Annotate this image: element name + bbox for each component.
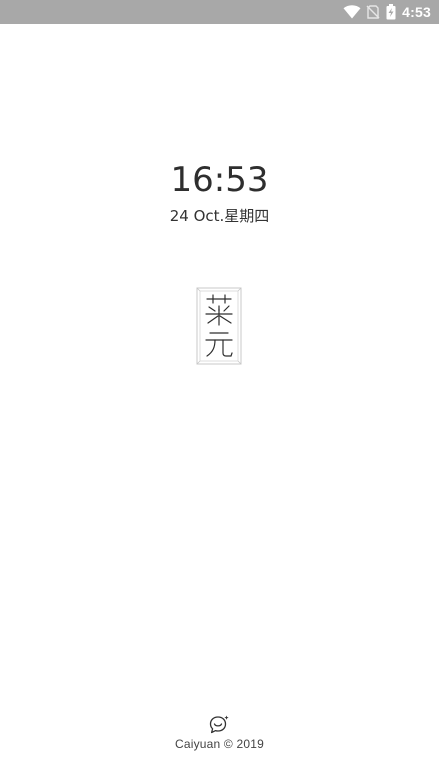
smile-chat-icon bbox=[207, 713, 231, 737]
status-bar-time: 4:53 bbox=[402, 4, 431, 20]
wifi-icon bbox=[343, 5, 361, 19]
status-bar: 4:53 bbox=[0, 0, 439, 24]
no-sim-icon bbox=[366, 5, 380, 19]
clock-date: 24 Oct.星期四 bbox=[169, 207, 270, 225]
copyright-text: Caiyuan © 2019 bbox=[174, 737, 265, 751]
caiyuan-logo bbox=[196, 287, 242, 365]
battery-charging-icon bbox=[386, 4, 396, 20]
clock-time: 16:53 bbox=[170, 160, 269, 200]
